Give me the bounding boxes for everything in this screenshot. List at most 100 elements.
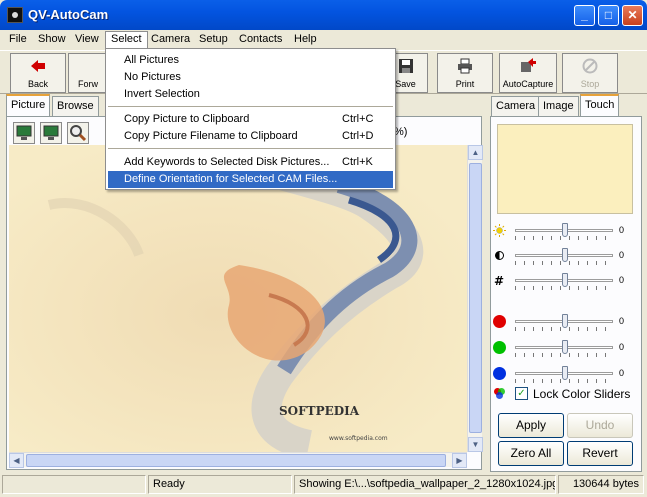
menu-bar: File Show View Select Camera Setup Conta… [0,30,647,49]
tab-picture[interactable]: Picture [6,94,51,116]
fit-window-button[interactable] [13,122,35,144]
menu-item-copy-picture[interactable]: Copy Picture to Clipboard Ctrl+C [108,111,393,128]
zoom-button[interactable] [67,122,89,144]
menu-item-define-orientation[interactable]: Define Orientation for Selected CAM File… [108,171,393,188]
maximize-button[interactable]: □ [598,5,619,26]
full-screen-button[interactable] [40,122,62,144]
forward-button[interactable]: Forw [68,53,108,93]
menu-select[interactable]: Select [105,31,148,49]
slider-knob[interactable] [562,366,568,380]
monitor-icon [16,125,32,140]
print-label: Print [455,79,475,89]
green-slider[interactable]: 0 [493,338,633,360]
title-bar: QV-AutoCam _ □ ✕ [0,0,647,30]
menu-item-all-pictures[interactable]: All Pictures [108,52,393,69]
brightness-icon [493,224,506,237]
menu-separator [108,148,393,149]
menu-item-no-pictures[interactable]: No Pictures [108,69,393,86]
menu-item-invert-selection[interactable]: Invert Selection [108,86,393,103]
tab-browse[interactable]: Browse [52,96,99,116]
print-button[interactable]: Print [437,53,493,93]
blue-slider[interactable]: 0 [493,364,633,386]
softpedia-logo: SOFTPEDIA [279,404,360,418]
close-button[interactable]: ✕ [622,5,643,26]
scroll-right-button[interactable]: ▶ [452,453,467,468]
green-icon [493,341,506,354]
menu-help[interactable]: Help [289,32,322,48]
touch-preview [497,124,633,214]
slider-value: 0 [619,368,625,378]
scroll-left-button[interactable]: ◀ [9,453,24,468]
undo-button[interactable]: Undo [567,413,633,438]
scroll-down-button[interactable]: ▼ [468,437,483,452]
menu-view[interactable]: View [70,32,104,48]
lock-color-sliders-label: Lock Color Sliders [533,387,631,401]
zero-all-button[interactable]: Zero All [498,441,564,466]
rgb-icon [494,388,505,399]
vertical-scroll-thumb[interactable] [469,163,482,433]
red-slider[interactable]: 0 [493,312,633,334]
back-button[interactable]: Back [10,53,66,93]
slider-knob[interactable] [562,248,568,262]
stop-label: Stop [580,79,600,89]
autocapture-button[interactable]: AutoCapture [499,53,557,93]
contrast-icon [495,251,504,260]
menu-setup[interactable]: Setup [194,32,233,48]
slider-knob[interactable] [562,314,568,328]
sharpness-slider[interactable]: # 0 [493,271,633,293]
status-pane-empty [2,475,146,494]
floppy-icon [398,59,413,73]
select-menu-dropdown: All Pictures No Pictures Invert Selectio… [105,48,396,190]
vertical-scrollbar[interactable]: ▲ ▼ [467,145,483,452]
menu-contacts[interactable]: Contacts [234,32,287,48]
window-title: QV-AutoCam [28,7,109,22]
apply-button[interactable]: Apply [498,413,564,438]
slider-value: 0 [619,250,625,260]
shortcut: Ctrl+C [342,113,374,125]
menu-item-copy-filename[interactable]: Copy Picture Filename to Clipboard Ctrl+D [108,128,393,145]
tab-image[interactable]: Image [538,96,579,116]
slider-value: 0 [619,275,625,285]
slider-value: 0 [619,316,625,326]
menu-file[interactable]: File [4,32,32,48]
revert-button[interactable]: Revert [567,441,633,466]
brightness-slider[interactable]: 0 [493,221,633,243]
menu-show[interactable]: Show [33,32,71,48]
status-file-size: 130644 bytes [558,475,644,494]
printer-icon [458,58,472,74]
tab-touch[interactable]: Touch [580,94,620,116]
app-icon[interactable] [7,7,23,23]
back-arrow-icon [31,60,45,72]
svg-text:#: # [494,274,504,287]
menu-item-add-keywords[interactable]: Add Keywords to Selected Disk Pictures..… [108,154,393,171]
stop-button[interactable]: Stop [562,53,618,93]
autocapture-icon [521,58,536,72]
slider-knob[interactable] [562,340,568,354]
wallpaper-image: SOFTPEDIA www.softpedia.com [9,145,467,452]
shortcut: Ctrl+K [342,156,373,168]
shortcut: Ctrl+D [342,130,374,142]
minimize-button[interactable]: _ [574,5,595,26]
blue-icon [493,367,506,380]
slider-value: 0 [619,342,625,352]
red-icon [493,315,506,328]
slider-knob[interactable] [562,273,568,287]
lock-color-sliders-checkbox[interactable]: ✓ [515,387,528,400]
zoom-percent-text: %) [394,126,408,138]
slider-knob[interactable] [562,223,568,237]
back-label: Back [27,79,48,89]
tab-camera[interactable]: Camera [491,96,541,116]
magnifier-icon [70,125,87,142]
status-bar: Ready Showing E:\...\softpedia_wallpaper… [0,472,647,497]
autocapture-label: AutoCapture [502,79,554,89]
menu-separator [108,106,393,107]
menu-camera[interactable]: Camera [146,32,195,48]
picture-view[interactable]: SOFTPEDIA www.softpedia.com [9,145,467,452]
horizontal-scrollbar[interactable]: ◀ ▶ [9,452,467,468]
stop-icon [582,58,598,74]
horizontal-scroll-thumb[interactable] [26,454,446,467]
slider-value: 0 [619,225,625,235]
scroll-up-button[interactable]: ▲ [468,145,483,160]
contrast-slider[interactable]: 0 [493,246,633,268]
forward-label: Forw [78,79,98,89]
